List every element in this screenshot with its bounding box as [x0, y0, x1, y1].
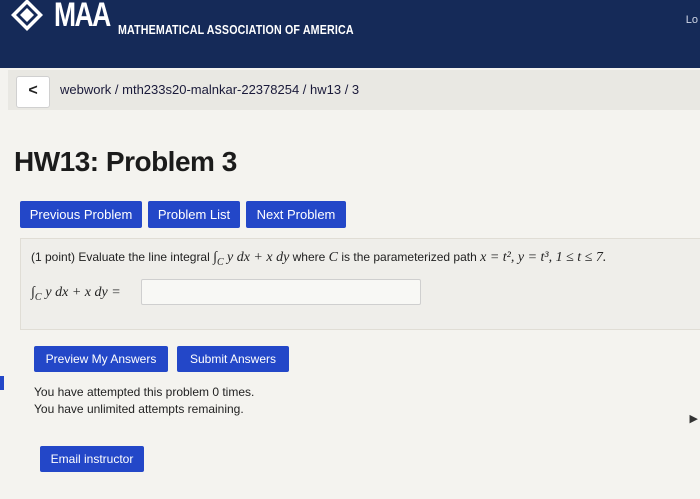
attempts-remaining: You have unlimited attempts remaining.: [34, 402, 244, 416]
top-header: MAA MATHEMATICAL ASSOCIATION OF AMERICA …: [0, 0, 700, 68]
curve-name: C: [328, 250, 339, 265]
answer-integrand: y dx + x dy =: [45, 285, 121, 300]
scroll-arrow-icon[interactable]: ▶: [690, 412, 698, 425]
org-name: MATHEMATICAL ASSOCIATION OF AMERICA: [118, 22, 354, 37]
maa-logo-icon: [11, 0, 43, 31]
login-link[interactable]: Lo: [686, 14, 698, 26]
problem-panel: (1 point) Evaluate the line integral ∫C …: [20, 238, 700, 330]
answer-input[interactable]: [141, 279, 421, 305]
path-equation: x = t², y = t³, 1 ≤ t ≤ 7.: [480, 250, 607, 265]
submit-answers-button[interactable]: Submit Answers: [177, 346, 289, 372]
integral-sign: ∫C: [213, 250, 224, 268]
email-instructor-button[interactable]: Email instructor: [40, 446, 144, 472]
answer-label: ∫C y dx + x dy =: [31, 283, 121, 303]
problem-list-button[interactable]: Problem List: [148, 201, 240, 228]
page-title: HW13: Problem 3: [14, 146, 237, 177]
back-button[interactable]: <: [16, 76, 50, 108]
left-edge-marker: [0, 376, 4, 390]
next-problem-button[interactable]: Next Problem: [246, 201, 346, 228]
previous-problem-button[interactable]: Previous Problem: [20, 201, 142, 228]
problem-intro: (1 point) Evaluate the line integral: [31, 250, 210, 264]
answer-integral-sign: ∫C: [31, 285, 42, 303]
integrand: y dx + x dy: [226, 250, 290, 265]
attempts-made: You have attempted this problem 0 times.: [34, 385, 255, 399]
where-text: where: [292, 250, 326, 264]
attempt-status: You have attempted this problem 0 times.…: [34, 384, 254, 418]
problem-statement: (1 point) Evaluate the line integral ∫C …: [31, 250, 606, 268]
path-text: is the parameterized path: [341, 250, 477, 264]
preview-answers-button[interactable]: Preview My Answers: [34, 346, 168, 372]
logo-text[interactable]: MAA: [54, 0, 111, 35]
breadcrumb[interactable]: webwork / mth233s20-malnkar-22378254 / h…: [60, 82, 359, 97]
breadcrumb-bar: < webwork / mth233s20-malnkar-22378254 /…: [8, 70, 700, 110]
